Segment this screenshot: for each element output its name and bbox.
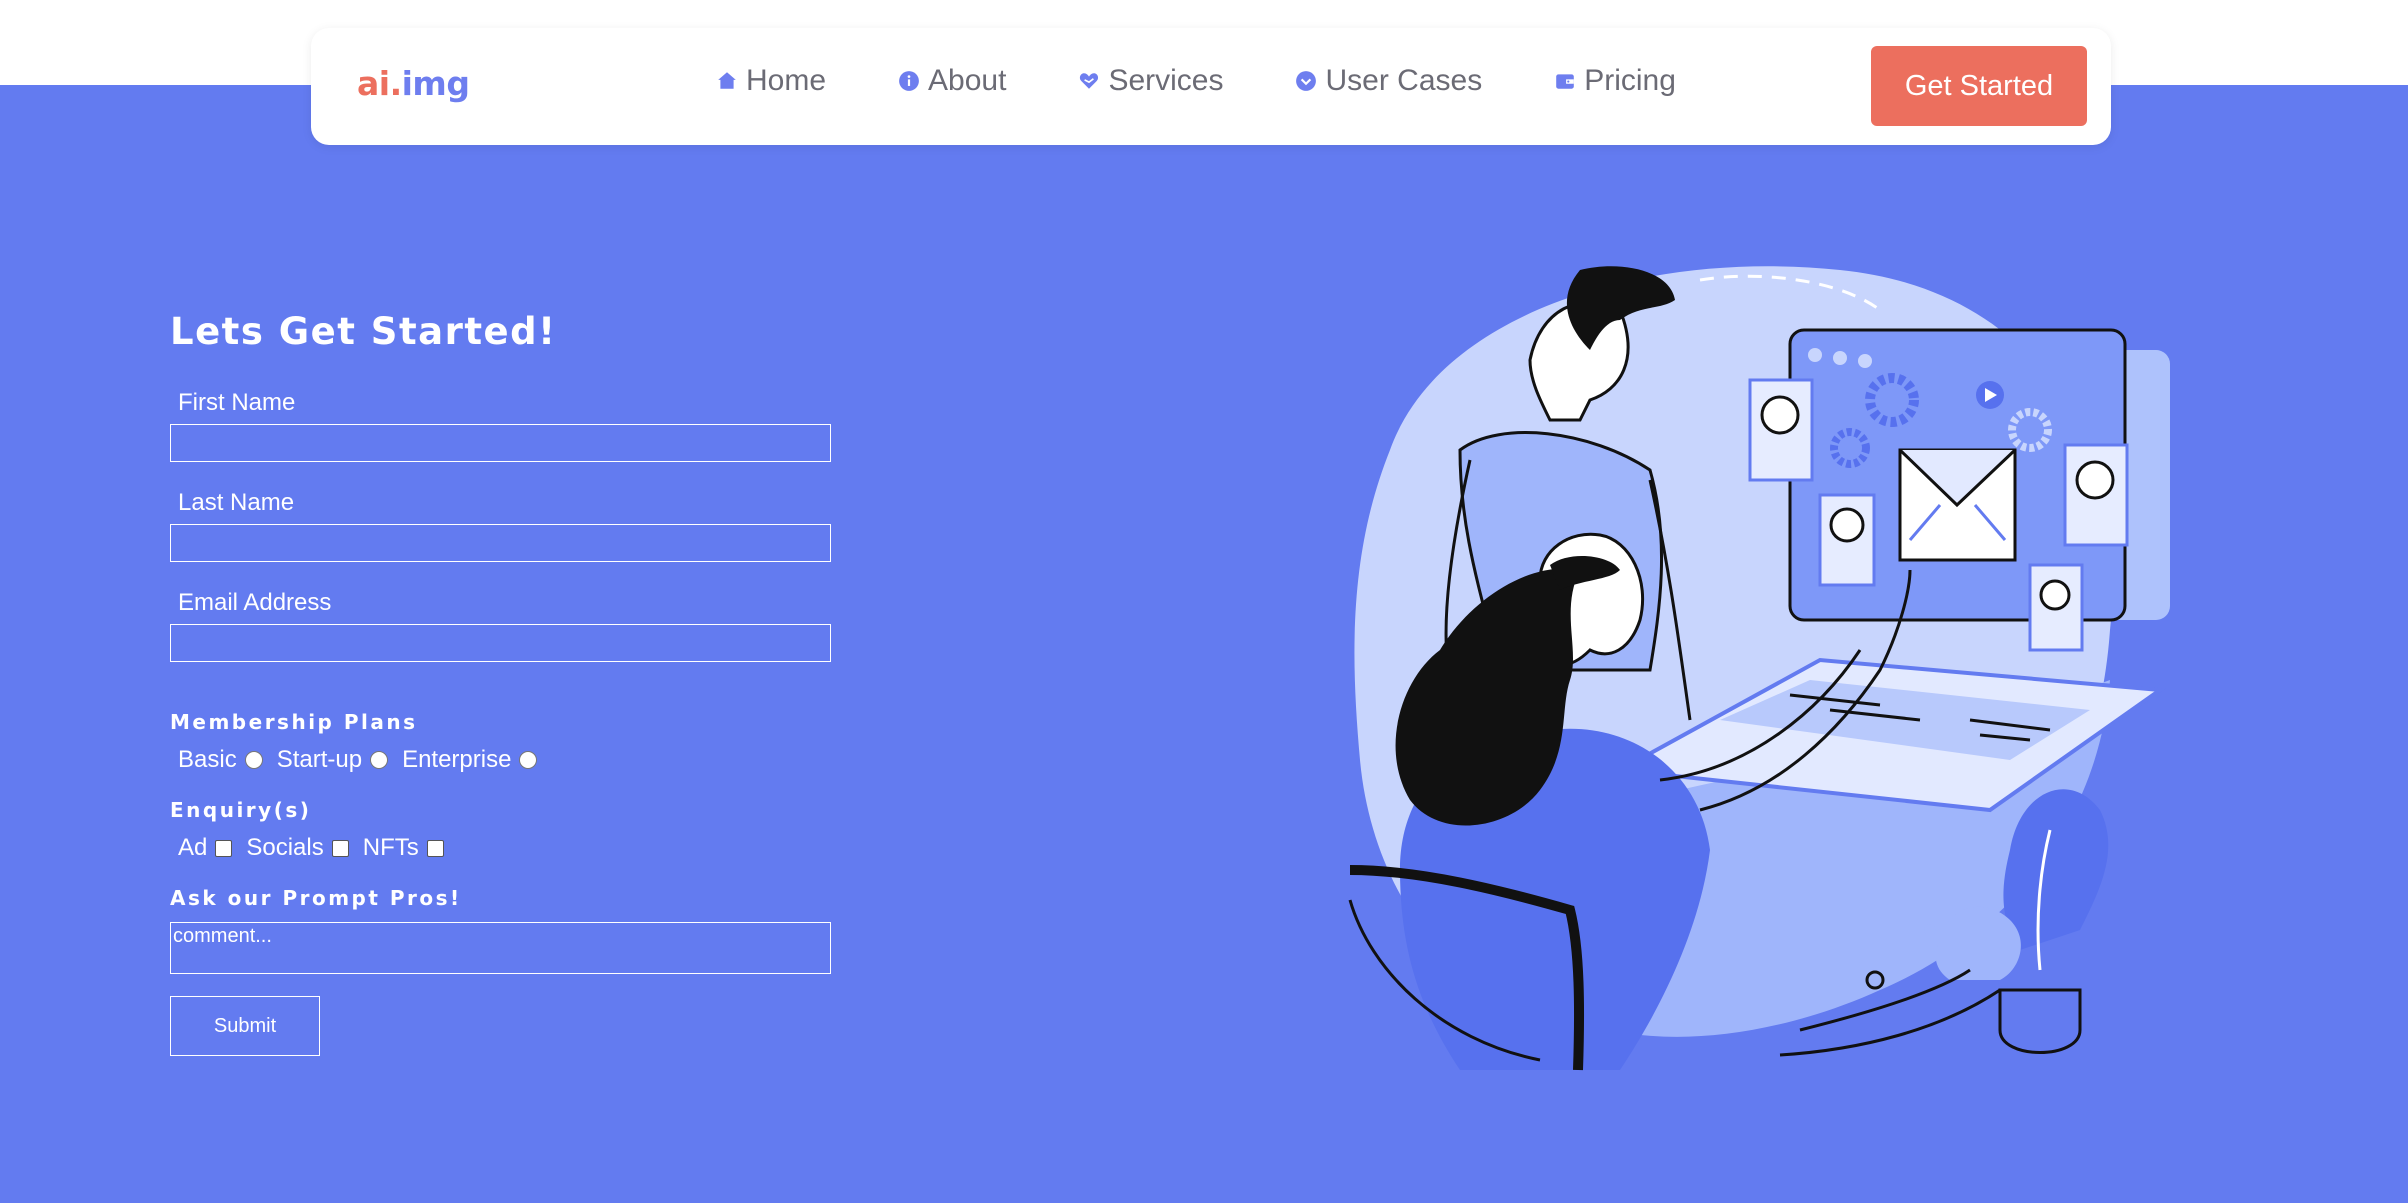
option-label: NFTs — [362, 834, 419, 861]
hero-illustration — [1348, 266, 2170, 1071]
prompt-pros-label: Ask our Prompt Pros! — [170, 886, 462, 910]
submit-button[interactable]: Submit — [170, 996, 320, 1056]
radio-basic[interactable] — [244, 751, 263, 769]
radio-startup[interactable] — [370, 751, 389, 769]
email-label: Email Address — [178, 589, 332, 616]
option-label: Enterprise — [402, 746, 512, 773]
nav-item-pricing[interactable]: Pricing — [1554, 64, 1676, 98]
plant-pot — [1998, 988, 2082, 1054]
first-name-input[interactable] — [170, 424, 831, 462]
membership-plans-label: Membership Plans — [170, 710, 418, 734]
option-label: Start-up — [276, 746, 363, 773]
last-name-input[interactable] — [170, 524, 831, 562]
logo-part-img: img — [401, 64, 470, 103]
logo[interactable]: ai.img — [357, 64, 470, 103]
membership-option-startup: Start-up — [276, 746, 389, 774]
info-icon — [899, 71, 919, 91]
form-heading: Lets Get Started! — [170, 310, 557, 353]
get-started-button[interactable]: Get Started — [1871, 46, 2087, 126]
nav-item-label: Pricing — [1584, 64, 1676, 97]
nav-item-label: Services — [1108, 64, 1224, 97]
nav-item-label: About — [928, 64, 1007, 97]
chevron-circle-icon — [1296, 71, 1317, 91]
last-name-label: Last Name — [178, 489, 295, 516]
membership-option-basic: Basic — [178, 746, 263, 774]
enquiry-options: Ad Socials NFTs — [178, 834, 870, 862]
heart-hand-icon — [1080, 73, 1099, 89]
option-label: Basic — [178, 746, 237, 773]
nav-item-home[interactable]: Home — [716, 64, 826, 98]
enquiry-option-nfts: NFTs — [363, 834, 444, 862]
logo-part-ai: ai. — [357, 64, 402, 103]
enquiry-label: Enquiry(s) — [170, 798, 312, 822]
nav-links: Home About Services User Cases Pricing — [716, 64, 1748, 98]
navbar: ai.img Home About Services User Cases Pr… — [311, 28, 2111, 145]
nav-item-label: User Cases — [1325, 64, 1483, 97]
nav-item-about[interactable]: About — [898, 64, 1006, 98]
enquiry-option-ad: Ad — [178, 834, 233, 862]
wallet-icon — [1556, 74, 1575, 89]
email-input[interactable] — [170, 624, 831, 662]
nav-item-services[interactable]: Services — [1078, 64, 1223, 98]
nav-item-label: Home — [746, 64, 827, 97]
option-label: Socials — [246, 834, 324, 861]
membership-option-enterprise: Enterprise — [402, 746, 538, 774]
comment-input[interactable] — [170, 922, 831, 974]
radio-enterprise[interactable] — [519, 751, 538, 769]
enquiry-option-socials: Socials — [246, 834, 349, 862]
nav-item-user-cases[interactable]: User Cases — [1295, 64, 1482, 98]
home-icon — [718, 72, 736, 89]
option-label: Ad — [178, 834, 208, 861]
membership-options: Basic Start-up Enterprise — [178, 746, 870, 774]
first-name-label: First Name — [178, 389, 296, 416]
signup-form: Lets Get Started! First Name Last Name E… — [170, 310, 870, 1056]
checkbox-ad[interactable] — [215, 839, 233, 857]
checkbox-socials[interactable] — [331, 839, 349, 857]
checkbox-nfts[interactable] — [426, 839, 444, 857]
